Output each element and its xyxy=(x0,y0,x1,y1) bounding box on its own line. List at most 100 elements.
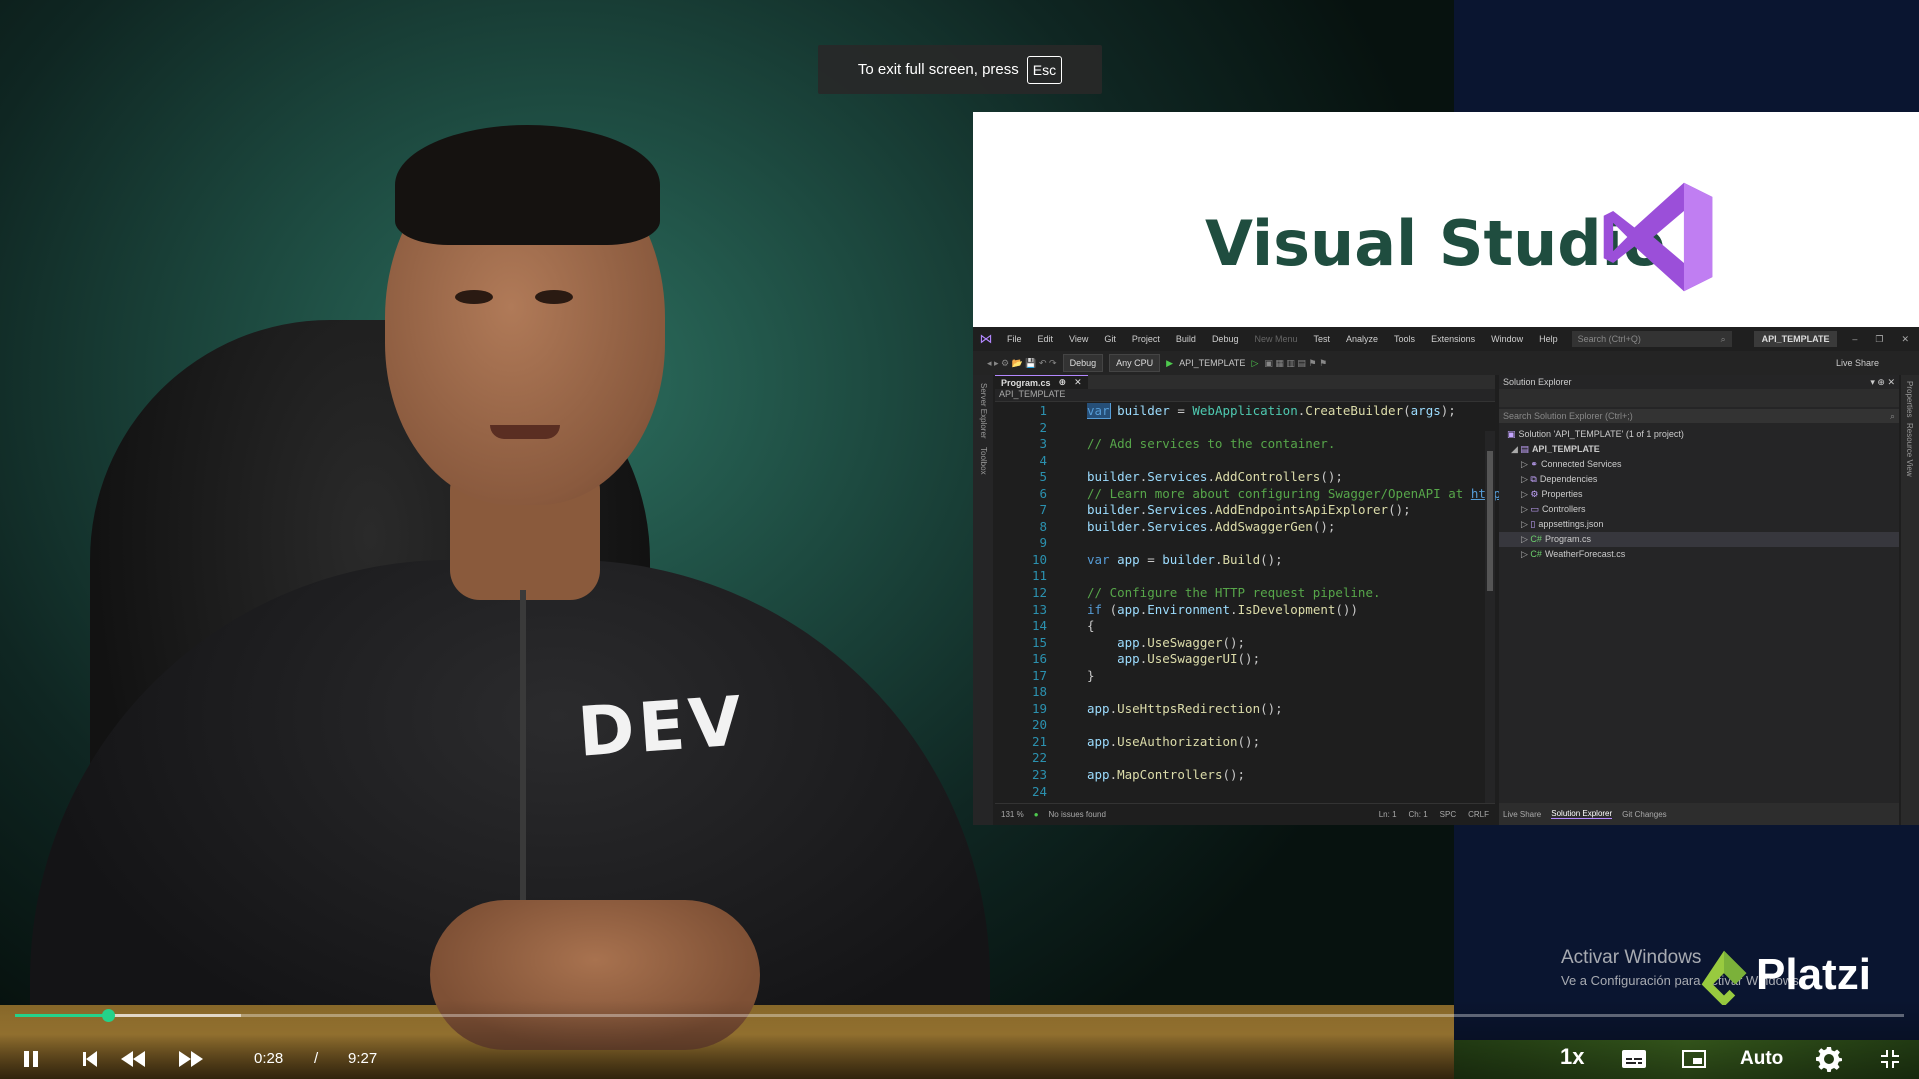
playback-speed-button[interactable]: 1x xyxy=(1560,1044,1584,1070)
current-time: 0:28 xyxy=(254,1050,284,1067)
menu-help: Help xyxy=(1539,334,1558,344)
visual-studio-logo-icon xyxy=(1603,182,1713,292)
ide-search-placeholder: Search (Ctrl+Q) xyxy=(1577,334,1641,344)
toolbar-icons-2: ▣ ▦ ▥ ▤ ⚑ ⚑ xyxy=(1264,357,1328,368)
ide-menubar: ⋈ File Edit View Git Project Build Debug… xyxy=(973,327,1919,351)
close-icon: ✕ xyxy=(1074,377,1082,387)
code-line: var app = builder.Build(); xyxy=(1087,551,1283,567)
played-bar xyxy=(15,1014,109,1017)
menu-window: Window xyxy=(1491,334,1524,344)
pin-icon: ⊕ xyxy=(1058,377,1067,387)
rewind-button[interactable] xyxy=(118,1046,148,1072)
code-line: app.MapControllers(); xyxy=(1087,767,1246,783)
code-line: builder.Services.AddEndpointsApiExplorer… xyxy=(1087,502,1411,518)
picture-in-picture-button[interactable] xyxy=(1678,1046,1710,1072)
fullscreen-notice: To exit full screen, press Esc xyxy=(818,45,1102,94)
editor-tabbar: Program.cs ⊕ ✕ xyxy=(995,375,1495,389)
resource-view-tab: Resource View xyxy=(1905,423,1914,478)
menu-analyze: Analyze xyxy=(1346,334,1379,344)
toolbar-icons: ◂ ▸ ⚙ 📂 💾 ↶ ↷ xyxy=(987,357,1057,368)
time-separator: / xyxy=(314,1050,319,1067)
exit-fullscreen-button[interactable] xyxy=(1876,1046,1904,1072)
tree-node-project: ◢ ▤ API_TEMPLATE xyxy=(1511,444,1600,454)
quality-button[interactable]: Auto xyxy=(1740,1046,1783,1072)
ide-right-strip: Properties Resource View xyxy=(1901,375,1919,825)
panel-controls-icon: ▾ ⊕ ✕ xyxy=(1870,377,1895,387)
exit-fullscreen-icon xyxy=(1881,1050,1899,1068)
csharp-file-icon: C# xyxy=(1530,549,1542,559)
solution-icon: ▣ xyxy=(1507,429,1516,439)
minimize-icon: – xyxy=(1852,333,1858,344)
fullscreen-notice-text: To exit full screen, press xyxy=(857,61,1019,78)
tree-node: ▷ ▭ Controllers xyxy=(1521,504,1586,514)
menu-project: Project xyxy=(1131,334,1160,344)
menu-debug: Debug xyxy=(1211,334,1239,344)
editor-scrollbar xyxy=(1485,431,1495,825)
pause-button[interactable] xyxy=(18,1046,44,1072)
presenter-eye-right xyxy=(535,290,573,304)
ide-toolbar: ◂ ▸ ⚙ 📂 💾 ↶ ↷ Debug Any CPU ▶ API_TEMPLA… xyxy=(973,351,1919,375)
previous-button[interactable] xyxy=(78,1046,102,1072)
settings-button[interactable] xyxy=(1814,1046,1844,1072)
code-line: app.UseSwaggerUI(); xyxy=(1117,651,1261,667)
cursor-status: Ln: 1 Ch: 1 SPC CRLF xyxy=(1378,810,1489,819)
close-icon: ✕ xyxy=(1901,333,1909,344)
player-controls: 0:28 / 9:27 1x Auto xyxy=(0,1000,1919,1079)
duration: 9:27 xyxy=(348,1050,378,1067)
ide-solution-name: API_TEMPLATE xyxy=(1753,331,1838,347)
tree-node: ▷ ⚭ Connected Services xyxy=(1521,459,1622,469)
subtitles-button[interactable] xyxy=(1618,1046,1650,1072)
slide: Visual Studio ⋈ File Edit View Git Proje… xyxy=(973,112,1919,825)
solution-tree: ▣ Solution 'API_TEMPLATE' (1 of 1 project… xyxy=(1499,425,1899,562)
solution-explorer: Solution Explorer ▾ ⊕ ✕ Search Solution … xyxy=(1499,375,1899,825)
code-line: builder.Services.AddControllers(); xyxy=(1087,469,1343,485)
menu-git: Git xyxy=(1104,334,1116,344)
tree-node-selected: ▷ C# Program.cs xyxy=(1499,532,1899,547)
rewind-icon xyxy=(121,1051,145,1067)
code-line: } xyxy=(1087,667,1095,683)
code-area: 1 2 3 4 5 6 7 8 9 10 11 12 13 14 15 16 1… xyxy=(995,403,1507,825)
video-frame[interactable]: DEV Visual Studio ⋈ File Edit View Git P… xyxy=(0,0,1919,1079)
fast-forward-button[interactable] xyxy=(176,1046,206,1072)
server-explorer-tab: Server Explorer xyxy=(979,383,988,439)
run-icon: ▶ xyxy=(1166,357,1174,368)
presenter-mouth xyxy=(490,425,560,439)
run-target: API_TEMPLATE xyxy=(1179,358,1246,368)
tree-node: ▷ ⚙ Properties xyxy=(1521,489,1583,499)
code-editor: Program.cs ⊕ ✕ API_TEMPLATE 1 2 3 4 5 6 … xyxy=(995,375,1507,825)
scrub-handle[interactable] xyxy=(102,1009,116,1022)
project-icon: ▤ xyxy=(1520,444,1529,454)
search-icon: ⌕ xyxy=(1720,334,1726,344)
folder-icon: ▭ xyxy=(1530,504,1539,514)
progress-bar[interactable] xyxy=(15,1009,1904,1022)
menu-file: File xyxy=(1007,334,1022,344)
ide-screenshot: ⋈ File Edit View Git Project Build Debug… xyxy=(973,327,1919,825)
esc-key: Esc xyxy=(1026,55,1063,84)
dependencies-icon: ⧉ xyxy=(1530,474,1537,484)
tree-node: ▷ C# WeatherForecast.cs xyxy=(1521,549,1626,559)
gear-icon xyxy=(1816,1047,1842,1072)
tree-node: ▷ ⧉ Dependencies xyxy=(1521,474,1598,484)
code-line: app.UseSwagger(); xyxy=(1117,634,1246,650)
solution-explorer-toolbar xyxy=(1499,389,1899,407)
platzi-logo: Platzi xyxy=(1696,945,1871,1005)
properties-icon: ⚙ xyxy=(1530,489,1539,499)
code-lines: var builder = WebApplication.CreateBuild… xyxy=(1087,403,1507,800)
live-share-button: Live Share xyxy=(1835,358,1879,368)
ide-window-buttons: – ❐ ✕ xyxy=(1852,334,1919,345)
platform-dropdown: Any CPU xyxy=(1109,354,1161,372)
properties-tab: Properties xyxy=(1905,381,1914,418)
solution-explorer-bottom-tabs: Live Share Solution Explorer Git Changes xyxy=(1499,803,1899,825)
csharp-file-icon: C# xyxy=(1530,534,1542,544)
ide-search-box: Search (Ctrl+Q) ⌕ xyxy=(1571,331,1732,347)
code-line: // Learn more about configuring Swagger/… xyxy=(1087,485,1507,501)
editor-tab: Program.cs ⊕ ✕ xyxy=(995,375,1088,389)
picture-in-picture-icon xyxy=(1682,1050,1706,1068)
run-without-debug-icon: ▷ xyxy=(1251,357,1259,368)
